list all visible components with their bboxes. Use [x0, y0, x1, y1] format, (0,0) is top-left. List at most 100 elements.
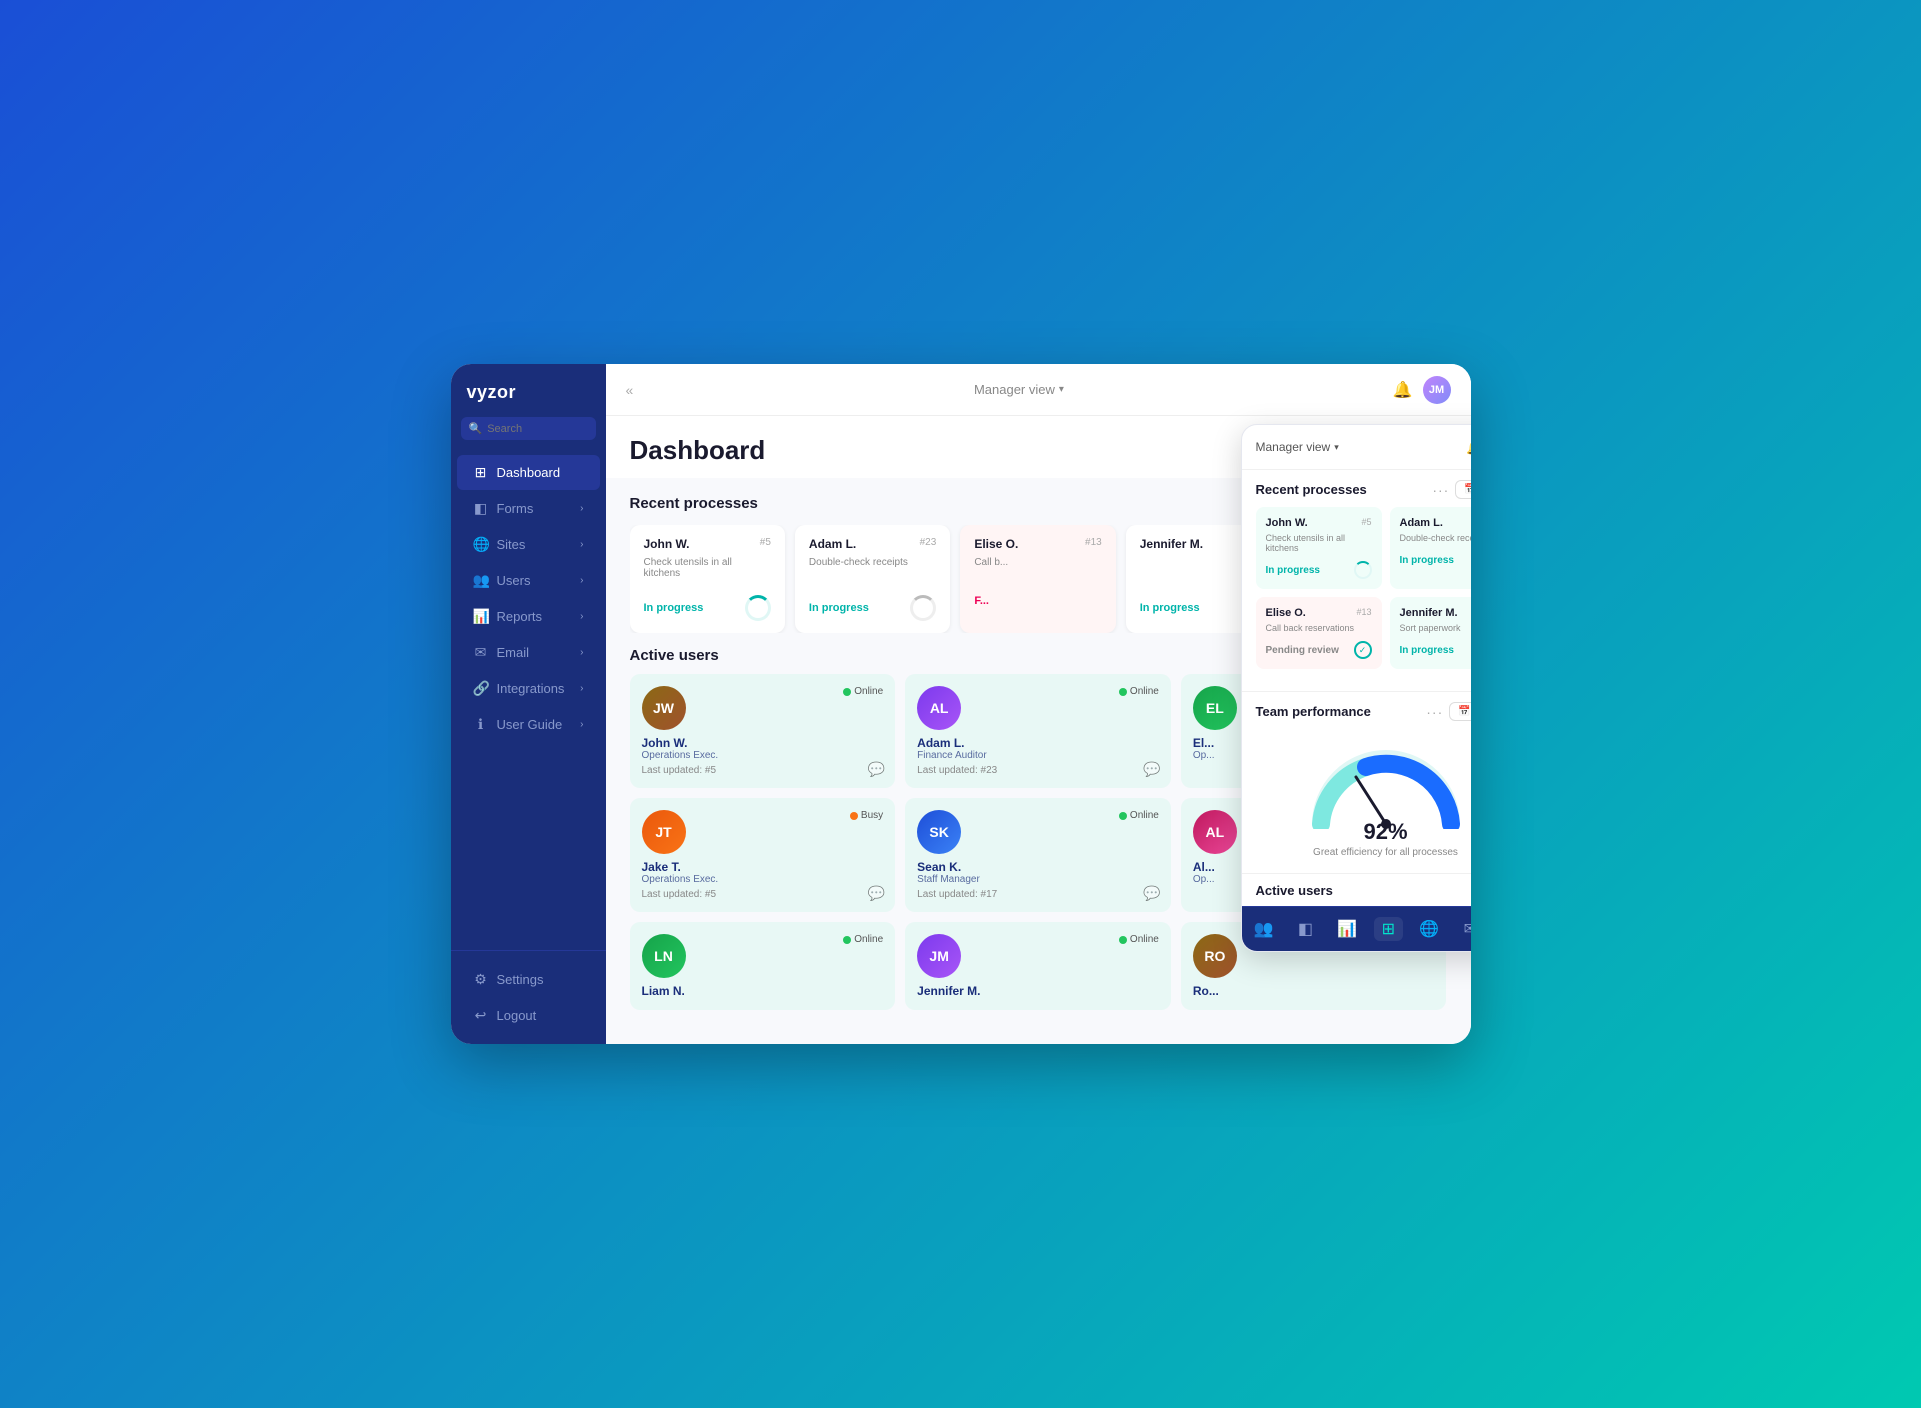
- user-card[interactable]: Online AL Adam L. Finance Auditor Last u…: [905, 674, 1171, 788]
- chart-icon: 📊: [473, 608, 489, 625]
- user-status: Online: [1119, 934, 1159, 945]
- avatar: AL: [917, 686, 961, 730]
- sidebar-item-label: User Guide: [497, 717, 563, 732]
- sidebar-item-label: Settings: [497, 972, 544, 987]
- status-dot: [843, 688, 851, 696]
- avatar: JT: [642, 810, 686, 854]
- mobile-process-card[interactable]: Jennifer M. #4 Sort paperwork In progres…: [1390, 597, 1471, 669]
- mobile-nav-globe[interactable]: 🌐: [1411, 917, 1447, 941]
- sidebar-item-reports[interactable]: 📊 Reports ›: [457, 599, 600, 634]
- status-dot: [850, 812, 858, 820]
- avatar: JW: [642, 686, 686, 730]
- progress-spinner: [745, 595, 771, 621]
- more-icon[interactable]: ···: [1426, 704, 1443, 720]
- active-users-title: Active users: [630, 647, 719, 664]
- mobile-nav-mail[interactable]: ✉: [1456, 917, 1471, 941]
- sidebar-bottom: ⚙ Settings ↩ Logout: [451, 950, 606, 1044]
- view-selector[interactable]: Manager view ▾: [645, 382, 1392, 397]
- mobile-nav-grid[interactable]: ⊞: [1374, 917, 1403, 941]
- avatar: SK: [917, 810, 961, 854]
- all-time-button[interactable]: 📅 All time: [1449, 702, 1470, 721]
- users-icon: 👥: [473, 572, 489, 589]
- mobile-nav-layers[interactable]: ◧: [1290, 917, 1321, 941]
- mobile-body: Recent processes ··· 📅 Today John W. #5 …: [1242, 470, 1471, 691]
- sidebar-item-forms[interactable]: ◧ Forms ›: [457, 491, 600, 526]
- process-card[interactable]: Adam L. #23 Double-check receipts In pro…: [795, 525, 950, 633]
- more-icon[interactable]: ···: [1432, 482, 1449, 498]
- user-status: Online: [843, 934, 883, 945]
- status-dot: [1119, 688, 1127, 696]
- mobile-today-button[interactable]: 📅 Today: [1455, 480, 1470, 499]
- gear-icon: ⚙: [473, 971, 489, 988]
- chat-icon[interactable]: 💬: [1143, 761, 1160, 778]
- user-card[interactable]: Online JM Jennifer M.: [905, 922, 1171, 1010]
- recent-processes-title: Recent processes: [630, 495, 758, 512]
- mobile-section-actions: ··· 📅 Today: [1432, 480, 1470, 499]
- dropdown-arrow-icon: ▾: [1059, 384, 1064, 395]
- mobile-view-selector[interactable]: Manager view ▾: [1256, 440, 1339, 454]
- performance-gauge: 92% Great efficiency for all processes: [1256, 729, 1471, 863]
- page-title: Dashboard: [630, 435, 766, 466]
- process-card[interactable]: Elise O. #13 Call b... F...: [960, 525, 1115, 633]
- user-status: Online: [1119, 810, 1159, 821]
- status-dot: [1119, 936, 1127, 944]
- sidebar-item-users[interactable]: 👥 Users ›: [457, 563, 600, 598]
- layers-icon: ◧: [473, 500, 489, 517]
- sidebar-item-label: Reports: [497, 609, 543, 624]
- chevron-icon: ›: [580, 647, 583, 658]
- gauge-percent: 92%: [1363, 819, 1407, 845]
- mobile-nav-chart[interactable]: 📊: [1329, 917, 1365, 941]
- mobile-process-cards: John W. #5 Check utensils in all kitchen…: [1256, 507, 1471, 669]
- bell-icon[interactable]: 🔔: [1466, 439, 1470, 456]
- mobile-process-card[interactable]: Elise O. #13 Call back reservations Pend…: [1256, 597, 1382, 669]
- sidebar-item-label: Sites: [497, 537, 526, 552]
- mobile-topbar: Manager view ▾ 🔔 JM: [1242, 425, 1471, 470]
- app-logo: vyzor: [451, 364, 606, 413]
- user-card[interactable]: Online LN Liam N.: [630, 922, 896, 1010]
- process-card[interactable]: John W. #5 Check utensils in all kitchen…: [630, 525, 785, 633]
- chat-icon[interactable]: 💬: [868, 885, 885, 902]
- sidebar-item-settings[interactable]: ⚙ Settings: [457, 962, 600, 997]
- sidebar-item-email[interactable]: ✉ Email ›: [457, 635, 600, 670]
- sidebar-nav: ⊞ Dashboard ◧ Forms › 🌐 Sites › 👥 Users …: [451, 450, 606, 950]
- user-card[interactable]: Online JW John W. Operations Exec. Last …: [630, 674, 896, 788]
- user-card[interactable]: Online SK Sean K. Staff Manager Last upd…: [905, 798, 1171, 912]
- topbar: « Manager view ▾ 🔔 JM: [606, 364, 1471, 416]
- sidebar-item-integrations[interactable]: 🔗 Integrations ›: [457, 671, 600, 706]
- bell-icon[interactable]: 🔔: [1393, 380, 1413, 400]
- dropdown-arrow-icon: ▾: [1334, 442, 1339, 453]
- sidebar-item-label: Forms: [497, 501, 534, 516]
- view-label: Manager view: [974, 382, 1055, 397]
- sidebar-item-userguide[interactable]: ℹ User Guide ›: [457, 707, 600, 742]
- sidebar-item-logout[interactable]: ↩ Logout: [457, 998, 600, 1033]
- chat-icon[interactable]: 💬: [1143, 885, 1160, 902]
- link-icon: 🔗: [473, 680, 489, 697]
- avatar: EL: [1193, 686, 1237, 730]
- progress-spinner: [910, 595, 936, 621]
- grid-icon: ⊞: [473, 464, 489, 481]
- calendar-icon: 📅: [1458, 706, 1470, 717]
- mobile-recent-processes-header: Recent processes ··· 📅 Today: [1256, 480, 1471, 499]
- mobile-process-card[interactable]: Adam L. #23 Double-check receipts In pro…: [1390, 507, 1471, 589]
- gauge-label: Great efficiency for all processes: [1313, 847, 1458, 858]
- user-status: Online: [1119, 686, 1159, 697]
- user-card[interactable]: Busy JT Jake T. Operations Exec. Last up…: [630, 798, 896, 912]
- chat-icon[interactable]: 💬: [868, 761, 885, 778]
- mobile-process-card[interactable]: John W. #5 Check utensils in all kitchen…: [1256, 507, 1382, 589]
- calendar-icon: 📅: [1464, 484, 1470, 495]
- sidebar-item-sites[interactable]: 🌐 Sites ›: [457, 527, 600, 562]
- sidebar-item-label: Integrations: [497, 681, 565, 696]
- mobile-view-label: Manager view: [1256, 440, 1331, 454]
- user-status: Online: [843, 686, 883, 697]
- chevron-icon: ›: [580, 575, 583, 586]
- status-dot: [1119, 812, 1127, 820]
- collapse-button[interactable]: «: [626, 382, 634, 398]
- logout-icon: ↩: [473, 1007, 489, 1024]
- search-bar[interactable]: 🔍: [461, 417, 596, 440]
- sidebar-item-dashboard[interactable]: ⊞ Dashboard: [457, 455, 600, 490]
- mobile-nav-users[interactable]: 👥: [1246, 917, 1282, 941]
- user-avatar[interactable]: JM: [1423, 376, 1451, 404]
- chevron-icon: ›: [580, 719, 583, 730]
- search-input[interactable]: [487, 423, 587, 435]
- team-performance-section: Team performance ··· 📅 All time: [1242, 691, 1471, 873]
